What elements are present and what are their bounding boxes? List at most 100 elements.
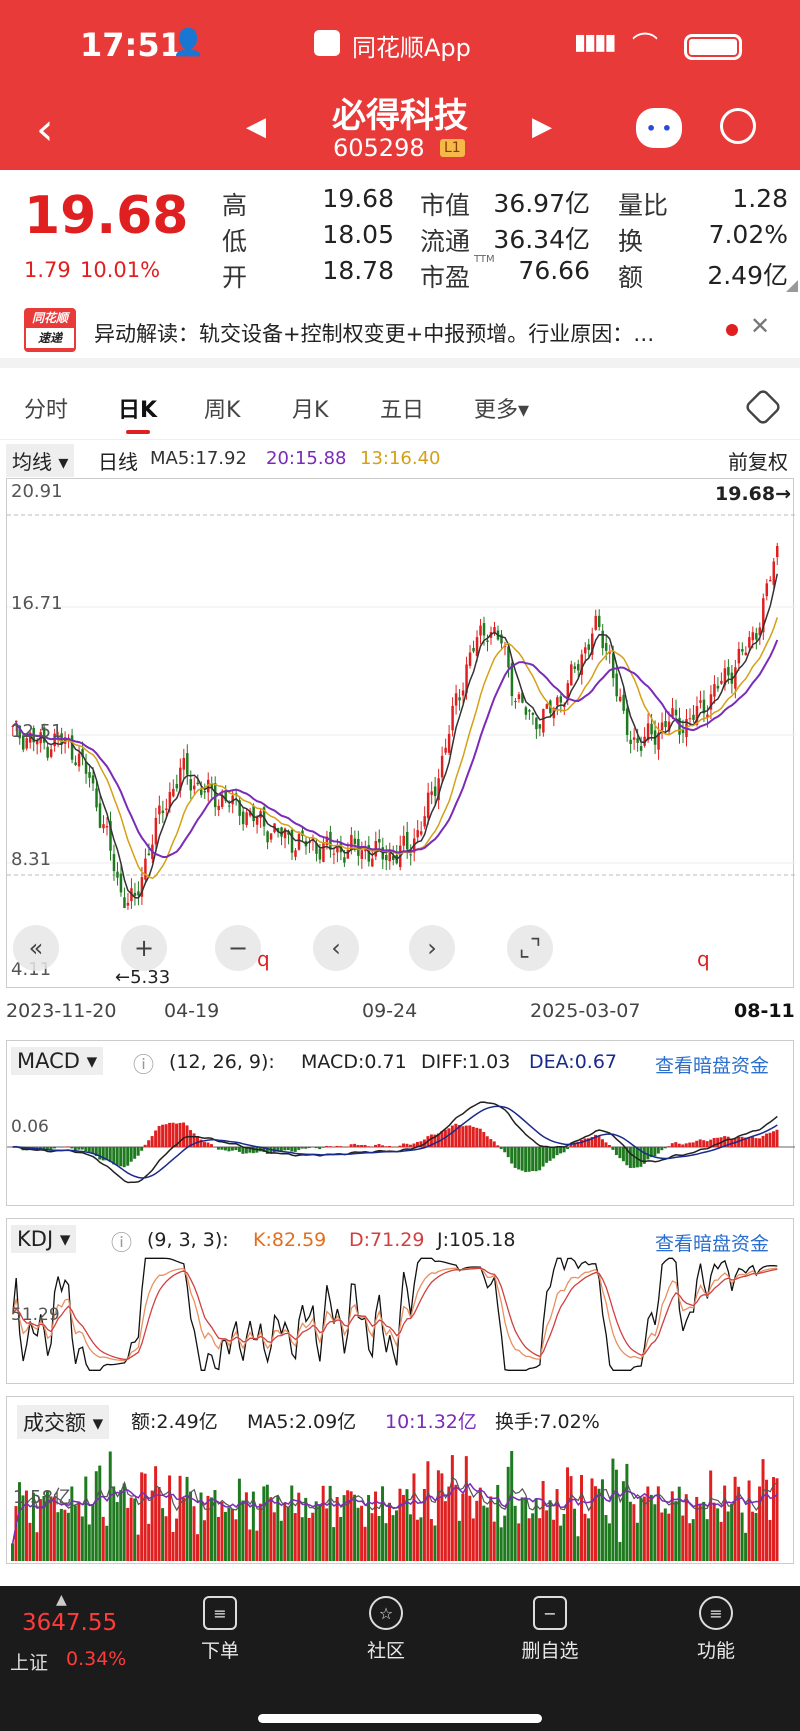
user-icon: 👤 <box>172 28 205 58</box>
kdj-panel[interactable]: KDJ ▾ ⓘ (9, 3, 3): K:82.59 D:71.29 J:105… <box>6 1218 794 1384</box>
volume-bar <box>216 1516 220 1561</box>
tab-monthly-k[interactable]: 月K <box>292 392 328 424</box>
volume-panel[interactable]: 成交额 ▾ 额:2.49亿 MA5:2.09亿 10:1.32亿 换手:7.02… <box>6 1396 794 1564</box>
volume-bar <box>56 1512 60 1561</box>
candle <box>297 833 301 850</box>
zoom-out-button[interactable]: − <box>215 925 261 971</box>
candle <box>454 693 458 706</box>
macd-bar <box>538 1147 542 1171</box>
open-label: 开 <box>222 263 248 292</box>
candle <box>625 708 629 735</box>
candle <box>629 739 632 744</box>
ma-dropdown[interactable]: 均线 ▾ <box>6 444 75 477</box>
macd-bar <box>464 1125 468 1147</box>
macd-bar <box>401 1143 405 1147</box>
nav-remove-watchlist[interactable]: − 删自选 <box>500 1596 600 1663</box>
y-tick-1: 20.91 <box>11 481 63 502</box>
tab-weekly-k[interactable]: 周K <box>204 392 240 424</box>
macd-bar <box>91 1147 95 1154</box>
index-pct[interactable]: 0.34% <box>66 1648 126 1670</box>
macd-bar <box>321 1147 325 1148</box>
index-name[interactable]: 上证 <box>10 1648 48 1675</box>
scroll-right-button[interactable]: › <box>409 925 455 971</box>
nav-order[interactable]: ≡ 下单 <box>170 1596 270 1663</box>
adjust-mode[interactable]: 前复权 <box>728 446 788 475</box>
high-value: 19.68 <box>322 184 394 213</box>
volume-bar <box>265 1484 269 1561</box>
volume-bar <box>569 1476 573 1561</box>
candle <box>98 803 102 828</box>
volume-bar <box>716 1508 720 1561</box>
volume-bar <box>538 1518 542 1561</box>
news-banner[interactable]: 同花顺 速递 异动解读：轨交设备+控制权变更+中报预增。行业原因：… ✕ <box>0 300 800 368</box>
macd-bar <box>503 1147 507 1153</box>
candle <box>88 772 91 778</box>
nav-community[interactable]: ☆ 社区 <box>336 1596 436 1663</box>
expand-corner-icon[interactable] <box>786 280 798 292</box>
candle <box>266 831 269 843</box>
volume-bar <box>440 1473 444 1561</box>
macd-bar <box>223 1147 227 1151</box>
next-stock-button[interactable]: ▶ <box>532 112 552 142</box>
volume-bar <box>464 1456 468 1561</box>
volume-bar <box>611 1458 615 1561</box>
app-name: 同花顺App <box>352 34 471 62</box>
macd-bar <box>621 1147 625 1162</box>
macd-bar <box>363 1144 367 1147</box>
event-marker-q2[interactable]: q <box>697 947 710 971</box>
macd-bar <box>84 1147 88 1152</box>
fullscreen-button[interactable]: ⌞⌝ <box>507 925 553 971</box>
volume-bar <box>653 1504 657 1561</box>
macd-bar <box>681 1144 685 1147</box>
macd-bar <box>360 1145 364 1147</box>
volume-bar <box>433 1525 437 1561</box>
tab-five-day[interactable]: 五日 <box>380 392 424 424</box>
status-time: 17:51 <box>80 26 182 64</box>
tab-more[interactable]: 更多▾ <box>474 392 529 424</box>
candle <box>458 697 461 701</box>
assistant-robot-icon[interactable]: • • <box>636 108 682 148</box>
zoom-in-button[interactable]: + <box>121 925 167 971</box>
candle <box>604 643 608 651</box>
candle <box>535 717 538 730</box>
rewind-button[interactable]: « <box>13 925 59 971</box>
mcap-label: 市值 <box>420 191 471 220</box>
kline-chart[interactable] <box>7 479 795 989</box>
macd-bar <box>562 1147 566 1153</box>
volume-bar <box>73 1505 77 1561</box>
candle <box>91 775 95 784</box>
tab-intraday[interactable]: 分时 <box>24 392 68 424</box>
candle <box>175 784 179 789</box>
kline-chart-panel[interactable]: 20.91 16.71 12.51 8.31 4.11 19.68→ ←5.33… <box>6 478 795 989</box>
back-button[interactable]: ‹ <box>36 104 54 155</box>
candle <box>332 853 336 855</box>
volume-bar <box>625 1463 629 1561</box>
candle <box>545 704 549 709</box>
macd-bar <box>695 1140 699 1147</box>
macd-bar <box>646 1147 650 1160</box>
scroll-left-button[interactable]: ‹ <box>313 925 359 971</box>
nav-menu[interactable]: ≡ 功能 <box>666 1596 766 1663</box>
volume-bar <box>607 1523 611 1561</box>
volume-bar <box>667 1513 671 1561</box>
index-value[interactable]: 3647.55 <box>22 1610 117 1636</box>
volume-bar <box>356 1507 360 1561</box>
macd-bar <box>667 1146 671 1147</box>
macd-bar <box>80 1147 84 1150</box>
close-icon[interactable]: ✕ <box>750 312 770 340</box>
candle <box>49 749 53 757</box>
macd-panel[interactable]: MACD ▾ ⓘ (12, 26, 9): MACD:0.71 DIFF:1.0… <box>6 1040 795 1206</box>
macd-bar <box>381 1145 385 1147</box>
volume-bar <box>566 1467 570 1561</box>
candle <box>727 667 730 676</box>
tab-daily-k[interactable]: 日K <box>118 392 157 424</box>
macd-bar <box>293 1147 297 1152</box>
search-icon[interactable] <box>720 108 756 144</box>
candle <box>748 637 751 648</box>
macd-bar <box>150 1136 154 1147</box>
volume-bar <box>279 1520 283 1561</box>
prev-stock-button[interactable]: ◀ <box>246 112 266 142</box>
candle <box>479 625 482 636</box>
candle <box>772 561 776 585</box>
settings-hex-icon[interactable] <box>743 387 783 427</box>
